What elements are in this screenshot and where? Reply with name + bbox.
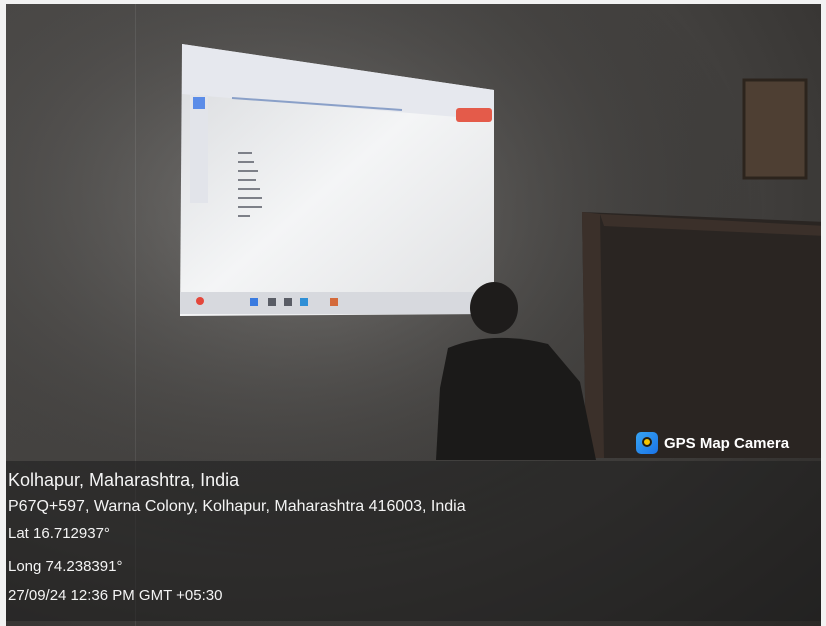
datetime-line: 27/09/24 12:36 PM GMT +05:30 — [8, 587, 223, 604]
location-info-panel: Kolhapur, Maharashtra, India P67Q+597, W… — [6, 461, 821, 621]
classroom-photo: GPS Map Camera Kolhapur, Maharashtra, In… — [0, 0, 826, 626]
scan-border-top — [0, 0, 826, 4]
address-line: P67Q+597, Warna Colony, Kolhapur, Mahara… — [8, 498, 466, 515]
latitude-line: Lat 16.712937° — [8, 525, 110, 542]
scan-border-right — [821, 0, 826, 626]
location-title: Kolhapur, Maharashtra, India — [8, 470, 240, 490]
gps-map-camera-badge: GPS Map Camera — [636, 428, 789, 458]
gps-brand-label: GPS Map Camera — [664, 434, 790, 452]
gps-camera-icon — [636, 432, 658, 454]
longitude-line: Long 74.238391° — [8, 558, 123, 575]
